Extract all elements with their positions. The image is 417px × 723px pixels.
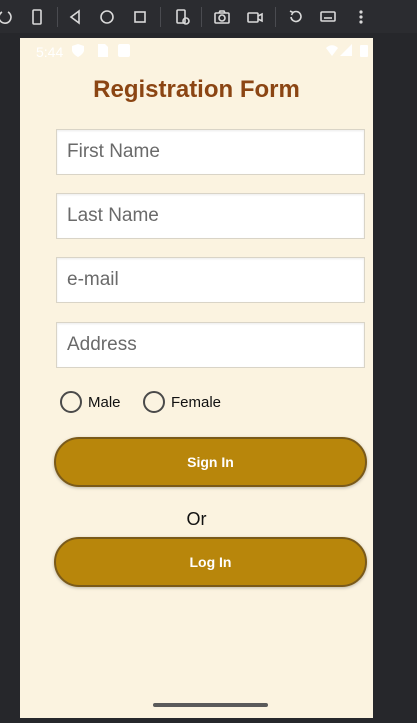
device-settings-icon[interactable]	[171, 6, 193, 28]
gesture-home-bar[interactable]	[153, 703, 268, 707]
radio-circle[interactable]	[143, 391, 165, 413]
status-bar: 5:44	[20, 38, 373, 64]
last-name-input[interactable]	[57, 194, 364, 238]
radio-circle[interactable]	[60, 391, 82, 413]
last-name-field[interactable]	[56, 193, 365, 239]
shield-icon	[72, 44, 84, 57]
email-input[interactable]	[57, 258, 364, 302]
address-input[interactable]	[57, 323, 364, 367]
male-label: Male	[88, 393, 121, 411]
sign-in-button[interactable]: Sign In	[54, 437, 367, 487]
address-field[interactable]	[56, 322, 365, 368]
rotate-device-icon[interactable]	[26, 6, 48, 28]
reset-icon[interactable]	[285, 6, 307, 28]
or-divider-text: Or	[186, 509, 207, 529]
emulator-toolbar	[0, 0, 417, 33]
log-in-button[interactable]: Log In	[54, 537, 367, 587]
more-options-icon[interactable]	[350, 6, 372, 28]
home-icon[interactable]	[96, 6, 118, 28]
first-name-input[interactable]	[57, 130, 364, 174]
overview-icon[interactable]	[129, 6, 151, 28]
sim-card-icon	[96, 44, 108, 57]
email-field[interactable]	[56, 257, 365, 303]
camera-icon[interactable]	[211, 6, 233, 28]
battery-icon	[360, 44, 368, 57]
status-time: 5:44	[36, 44, 64, 60]
first-name-field[interactable]	[56, 129, 365, 175]
back-icon[interactable]	[64, 6, 86, 28]
male-radio[interactable]: Male	[60, 391, 121, 413]
notification-icon	[118, 44, 130, 57]
page-title: Registration Form	[93, 76, 300, 103]
phone-screen: 5:44 Registration Form Ma	[20, 38, 373, 718]
screen-record-icon[interactable]	[244, 6, 266, 28]
female-label: Female	[171, 393, 222, 411]
keyboard-icon[interactable]	[317, 6, 339, 28]
cellular-signal-icon	[340, 44, 352, 57]
female-radio[interactable]: Female	[143, 391, 221, 413]
wifi-icon	[326, 44, 338, 57]
power-icon[interactable]	[0, 6, 16, 28]
